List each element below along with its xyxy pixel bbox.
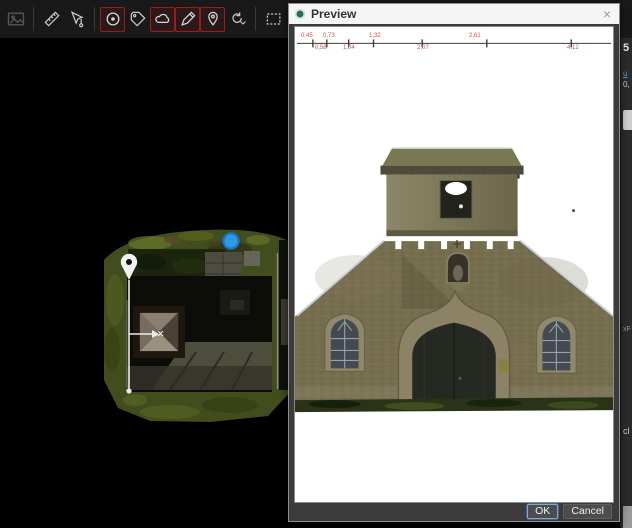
gothic-window-right	[536, 316, 576, 374]
dialog-title: Preview	[311, 7, 601, 21]
ortho-facade-preview	[295, 27, 614, 503]
limit-circle-icon[interactable]	[100, 7, 125, 32]
bell-tower	[380, 148, 523, 236]
ok-button[interactable]: OK	[527, 504, 558, 519]
ruler-label: 0,58	[315, 45, 327, 51]
right-panel-fragment: 0,	[623, 80, 632, 89]
toolbar-separator	[255, 7, 256, 31]
scan-position-dot[interactable]	[224, 234, 239, 249]
image-icon[interactable]	[3, 7, 28, 32]
rotate-tool-icon[interactable]	[225, 7, 250, 32]
preview-dialog: Preview ×	[288, 3, 620, 522]
tag-icon[interactable]	[125, 7, 150, 32]
measure-pen-icon[interactable]	[175, 7, 200, 32]
point-cloud-icon[interactable]	[150, 7, 175, 32]
gothic-window-left	[325, 314, 365, 372]
preview-app-icon	[295, 9, 305, 19]
right-panel-fragment: 5	[623, 42, 632, 54]
stray-point	[572, 209, 574, 211]
dialog-titlebar[interactable]: Preview ×	[289, 4, 619, 24]
right-panel-fragment: cl	[623, 426, 632, 436]
point-cloud-top-view	[0, 38, 300, 528]
ruler-label: 1,32	[369, 33, 381, 39]
toolbar-separator	[33, 7, 34, 31]
measure-ruler-icon[interactable]	[39, 7, 64, 32]
ruler-label: 2,61	[469, 33, 481, 39]
ruler-label: 0,73	[323, 33, 335, 39]
ruler-label: 2,07	[417, 45, 429, 51]
ruler-label: 4,12	[567, 45, 579, 51]
cancel-button[interactable]: Cancel	[563, 504, 612, 519]
toolbar-separator	[94, 7, 95, 31]
plaque	[498, 358, 509, 372]
ruler-label: 1,04	[343, 45, 355, 51]
dialog-footer: OK Cancel	[289, 501, 619, 521]
selection-box-icon[interactable]	[261, 7, 286, 32]
right-panel-button[interactable]	[623, 110, 632, 130]
sky-hole	[445, 182, 467, 195]
right-panel: 5 u 0, xF cl	[620, 38, 632, 528]
preview-canvas: 0,45 0,73 1,32 2,61 0,58 1,04 2,07 4,12	[294, 26, 614, 503]
close-icon[interactable]: ×	[601, 7, 613, 21]
right-panel-light-block	[623, 506, 632, 528]
right-panel-fragment: xF	[623, 326, 632, 333]
location-pin-icon[interactable]	[200, 7, 225, 32]
right-panel-link-fragment[interactable]: u	[623, 69, 632, 78]
door-handle	[458, 377, 461, 380]
ruler-label: 0,45	[301, 33, 313, 39]
app-window: 5 u 0, xF cl Preview ×	[0, 0, 632, 528]
pick-point-icon[interactable]	[64, 7, 89, 32]
